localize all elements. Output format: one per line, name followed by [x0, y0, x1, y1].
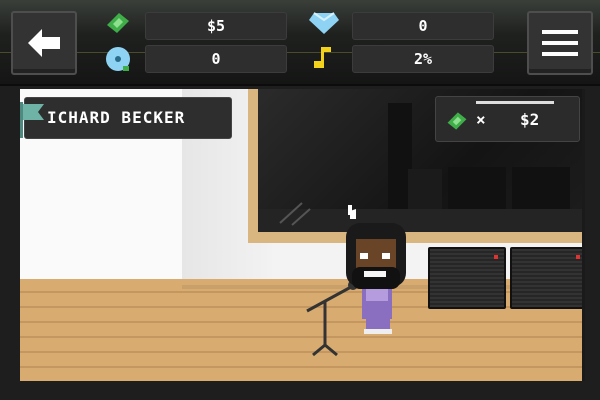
musician-name: ICHARD BECKER — [47, 108, 186, 127]
money-value: $5 — [145, 12, 287, 40]
hype-value: 2% — [352, 45, 494, 73]
earnings-value: $2 — [520, 110, 540, 129]
top-hud: $5 0 0 2% — [0, 0, 600, 86]
cash-icon — [107, 13, 129, 33]
menu-button[interactable] — [527, 11, 593, 75]
musician-name-tag[interactable]: ICHARD BECKER — [24, 97, 232, 139]
amplifier[interactable] — [510, 247, 582, 309]
back-button[interactable] — [11, 11, 77, 75]
earnings-progress-bar — [476, 101, 554, 104]
back-arrow-icon — [28, 29, 60, 57]
earnings-panel[interactable]: × $2 — [435, 96, 580, 142]
musician-character[interactable] — [338, 205, 418, 337]
gems-value: 0 — [352, 12, 494, 40]
amplifier[interactable] — [428, 247, 506, 309]
records-value: 0 — [145, 45, 287, 73]
hud-divider — [0, 52, 600, 53]
cash-icon — [447, 112, 467, 130]
record-disc-icon — [106, 47, 130, 71]
music-note-icon — [314, 47, 331, 68]
hamburger-menu-icon — [542, 30, 578, 56]
multiplier-sign: × — [476, 110, 486, 129]
diamond-icon — [309, 12, 339, 34]
flag-icon — [20, 102, 44, 138]
